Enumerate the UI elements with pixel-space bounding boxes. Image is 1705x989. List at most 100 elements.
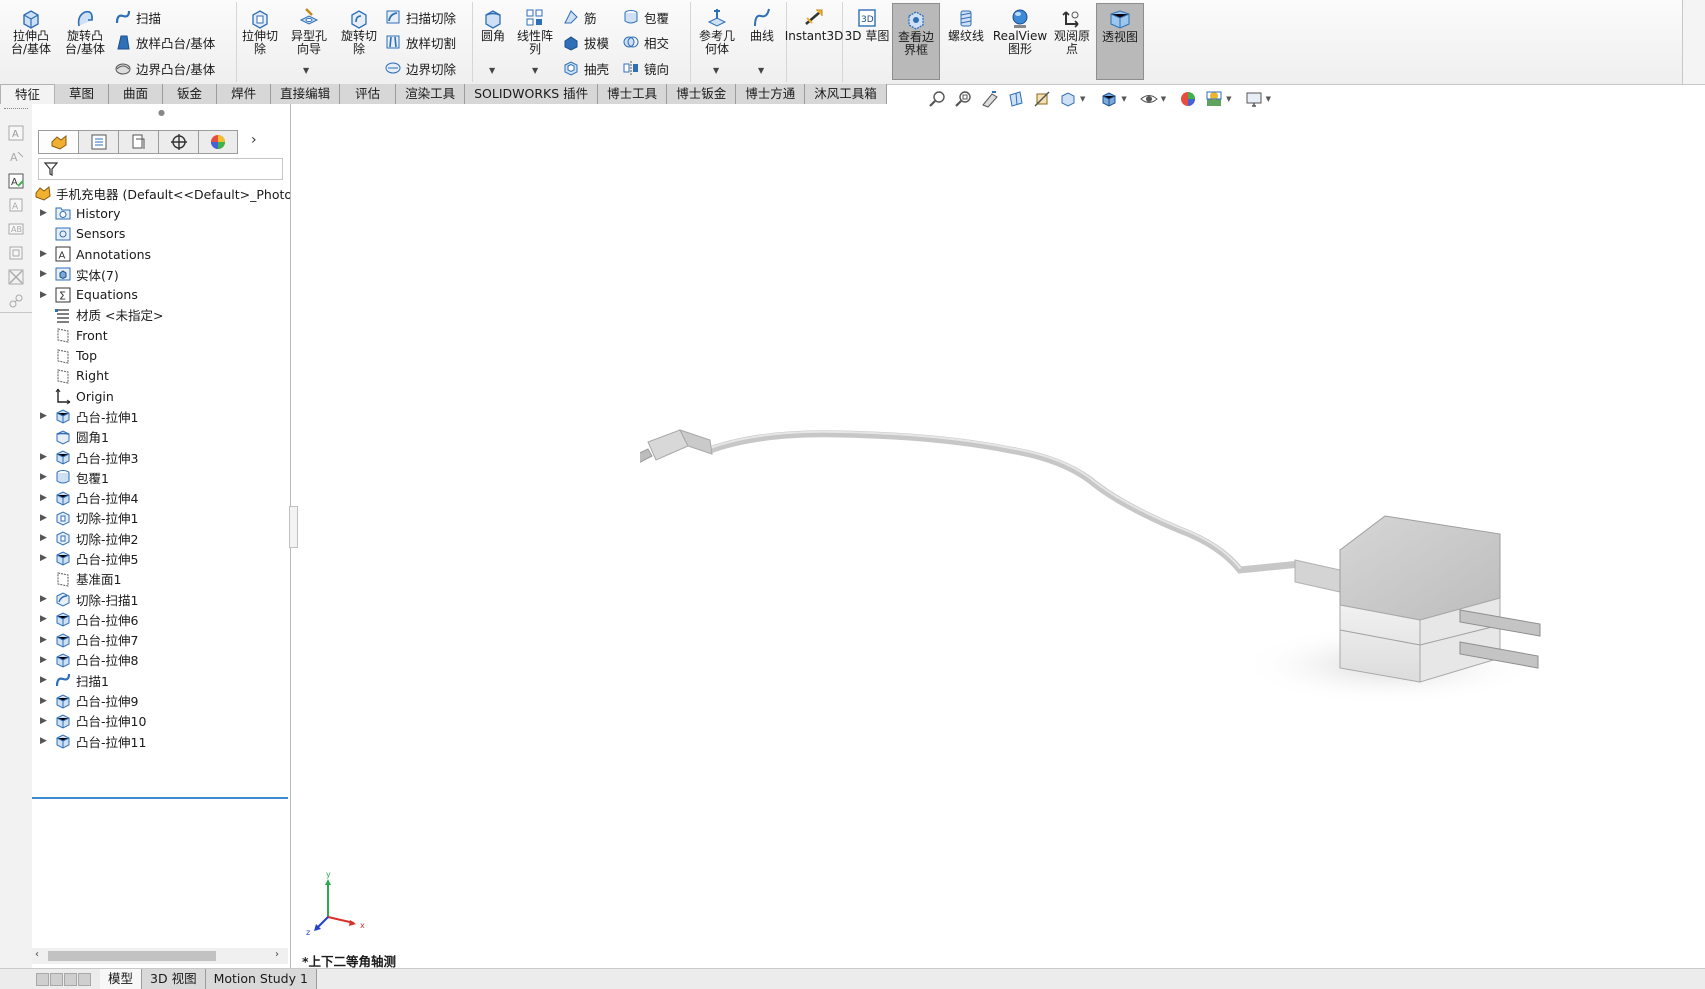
revolve-cut-button[interactable]: 旋转切 除 — [336, 6, 382, 56]
expand-arrow-icon[interactable]: ▶ — [40, 675, 50, 685]
expand-arrow-icon[interactable]: ▶ — [40, 553, 50, 563]
sweep-button[interactable]: 扫描 — [114, 6, 161, 28]
expand-arrow-icon[interactable]: ▶ — [40, 696, 50, 706]
tree-item[interactable]: 圆角1 — [32, 427, 290, 447]
apply-scene-dropdown-icon[interactable]: ▼ — [1226, 95, 1231, 103]
scroll-left-icon[interactable]: ‹ — [35, 949, 39, 960]
view-settings-dropdown-icon[interactable]: ▼ — [1266, 95, 1271, 103]
tab-model[interactable]: 模型 — [100, 969, 143, 989]
tree-item[interactable]: Top — [32, 345, 290, 365]
reference-geometry-button[interactable]: 参考几 何体 — [694, 6, 740, 56]
intersect-button[interactable]: 相交 — [622, 31, 669, 53]
curves-dropdown-icon[interactable]: ▼ — [758, 66, 764, 75]
realview-button[interactable]: RealView 图形 — [992, 6, 1048, 56]
configurationmanager-tab[interactable] — [118, 130, 158, 154]
tree-item[interactable]: ▶ Σ Equations — [32, 284, 290, 304]
sketch3d-button[interactable]: 3D 3D 草图 — [844, 6, 890, 43]
view-orientation-dropdown-icon[interactable]: ▼ — [1080, 95, 1085, 103]
bounding-box-button[interactable]: 查看边 界框 — [892, 3, 940, 80]
scroll-right-icon[interactable]: › — [275, 949, 279, 960]
fillet-dropdown-icon[interactable]: ▼ — [489, 66, 495, 75]
tab-motion-study[interactable]: Motion Study 1 — [205, 969, 317, 989]
curves-button[interactable]: 曲线 — [744, 6, 780, 43]
previous-tab-icon[interactable] — [50, 972, 63, 986]
expand-arrow-icon[interactable]: ▶ — [40, 472, 50, 482]
tree-item[interactable]: ▶ 凸台-拉伸8 — [32, 650, 290, 670]
tree-item[interactable]: ▶ 凸台-拉伸3 — [32, 447, 290, 467]
fillet-button[interactable]: 圆角 — [478, 6, 508, 43]
tree-item[interactable]: 基准面1 — [32, 569, 290, 589]
expand-arrow-icon[interactable]: ▶ — [40, 249, 50, 259]
tree-item[interactable]: ▶ 切除-扫描1 — [32, 589, 290, 609]
hole-wizard-dropdown-icon[interactable]: ▼ — [303, 66, 309, 75]
expand-arrow-icon[interactable]: ▶ — [40, 452, 50, 462]
dimxpertmanager-tab[interactable] — [158, 130, 198, 154]
revolve-boss-button[interactable]: 旋转凸 台/基体 — [60, 6, 110, 56]
expand-arrow-icon[interactable]: ▶ — [40, 635, 50, 645]
tab-weldments[interactable]: 焊件 — [217, 84, 272, 104]
display-style-dropdown-icon[interactable]: ▼ — [1121, 95, 1126, 103]
instant3d-button[interactable]: Instant3D — [785, 6, 843, 43]
hide-show-dropdown-icon[interactable]: ▼ — [1161, 95, 1166, 103]
shell-button[interactable]: 抽壳 — [562, 57, 609, 79]
view-origin-button[interactable]: 观阅原 点 — [1050, 6, 1094, 56]
tab-evaluate[interactable]: 评估 — [340, 84, 397, 104]
more-tabs-chevron-icon[interactable]: › — [251, 132, 257, 148]
edit-appearance-icon[interactable] — [1178, 89, 1198, 109]
zoom-to-area-icon[interactable] — [954, 89, 974, 109]
smart-annotation-icon[interactable]: A — [7, 172, 25, 190]
expand-arrow-icon[interactable]: ▶ — [40, 493, 50, 503]
view-settings-icon[interactable]: ▼ — [1244, 89, 1271, 109]
pattern-dropdown-icon[interactable]: ▼ — [532, 66, 538, 75]
tree-item[interactable]: ▶ 实体(7) — [32, 264, 290, 284]
tree-item[interactable]: ▶ 凸台-拉伸10 — [32, 711, 290, 731]
balloon-icon[interactable]: A — [7, 196, 25, 214]
hole-wizard-button[interactable]: 异型孔 向导 — [286, 6, 332, 56]
expand-arrow-icon[interactable]: ▶ — [40, 513, 50, 523]
mirror-button[interactable]: 镜向 — [622, 57, 669, 79]
rollback-bar[interactable] — [32, 797, 288, 799]
linear-pattern-button[interactable]: 线性阵 列 — [512, 6, 558, 56]
propertymanager-tab[interactable] — [78, 130, 118, 154]
zoom-to-fit-icon[interactable] — [928, 89, 948, 109]
tree-root-part[interactable]: 手机充电器 (Default<<Default>_PhotoW — [32, 183, 290, 203]
displaymanager-tab[interactable] — [198, 130, 238, 154]
wrap-button[interactable]: 包覆 — [622, 6, 669, 28]
tab-doctor-tools[interactable]: 博士工具 — [598, 84, 668, 104]
expand-arrow-icon[interactable]: ▶ — [40, 716, 50, 726]
next-tab-icon[interactable] — [64, 972, 77, 986]
datum-feature-icon[interactable]: AB — [7, 220, 25, 238]
tree-horizontal-scrollbar[interactable]: ‹ › — [32, 948, 288, 964]
note-icon[interactable]: A — [7, 148, 25, 166]
loft-boss-button[interactable]: 放样凸台/基体 — [114, 31, 215, 53]
boundary-cut-button[interactable]: 边界切除 — [384, 57, 456, 79]
weld-symbol-icon[interactable] — [7, 292, 25, 310]
thread-button[interactable]: 螺纹线 — [944, 6, 988, 43]
tab-features[interactable]: 特征 — [0, 84, 56, 104]
tree-item[interactable]: ▶ 凸台-拉伸1 — [32, 406, 290, 426]
loft-cut-button[interactable]: 放样切割 — [384, 31, 456, 53]
perspective-button[interactable]: 透视图 — [1096, 3, 1144, 80]
text-annotation-icon[interactable]: A — [7, 124, 25, 142]
tree-item[interactable]: 材质 <未指定> — [32, 305, 290, 325]
first-tab-icon[interactable] — [36, 972, 49, 986]
expand-arrow-icon[interactable]: ▶ — [40, 411, 50, 421]
tree-item[interactable]: ▶ 凸台-拉伸11 — [32, 731, 290, 751]
charger-model-3d[interactable] — [640, 420, 1560, 750]
tab-solidworks-addins[interactable]: SOLIDWORKS 插件 — [465, 84, 599, 104]
tree-item[interactable]: ▶ 切除-拉伸2 — [32, 528, 290, 548]
dynamic-annotation-icon[interactable] — [1032, 89, 1052, 109]
surface-finish-icon[interactable] — [7, 244, 25, 262]
apply-scene-icon[interactable]: ▼ — [1204, 89, 1232, 109]
tab-direct-editing[interactable]: 直接编辑 — [271, 84, 341, 104]
tree-item[interactable]: ▶ 凸台-拉伸5 — [32, 548, 290, 568]
expand-arrow-icon[interactable]: ▶ — [40, 533, 50, 543]
panel-collapse-handle[interactable] — [289, 506, 298, 548]
expand-arrow-icon[interactable]: ▶ — [40, 736, 50, 746]
boundary-boss-button[interactable]: 边界凸台/基体 — [114, 57, 215, 79]
expand-arrow-icon[interactable]: ▶ — [40, 655, 50, 665]
tree-item[interactable]: Origin — [32, 386, 290, 406]
draft-button[interactable]: 拔模 — [562, 31, 609, 53]
tab-surfaces[interactable]: 曲面 — [109, 84, 164, 104]
tree-filter-input[interactable] — [38, 158, 283, 180]
